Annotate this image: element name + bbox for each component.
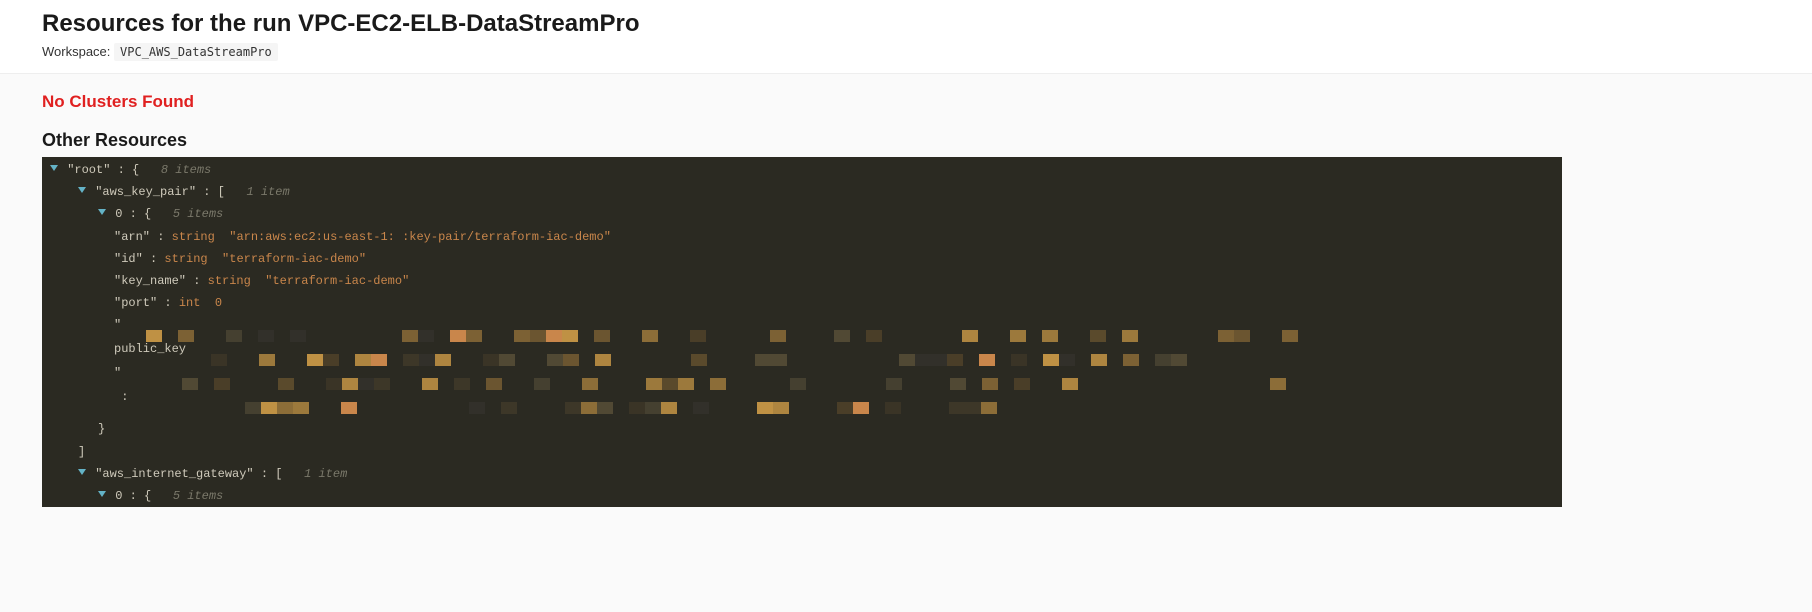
json-row-index: 0 : { 5 items [50, 485, 1554, 507]
json-row-keyname: "key_name" : string "terraform-iac-demo" [50, 270, 1554, 292]
json-row-root: "root" : { 8 items [50, 159, 1554, 181]
redacted-pixelated-icon [130, 330, 1378, 342]
json-value: "arn:aws:ec2:us-east-1: :key-pair/terraf… [229, 230, 611, 244]
json-items-count: 5 items [158, 207, 223, 221]
json-items-count: 1 item [232, 185, 290, 199]
json-row-arn: "arn" : string "arn:aws:ec2:us-east-1: :… [50, 226, 1554, 248]
json-key: "port" [114, 296, 157, 310]
json-row-close: ] [50, 441, 1554, 463]
page-root: Resources for the run VPC-EC2-ELB-DataSt… [0, 0, 1812, 507]
caret-icon[interactable] [98, 491, 106, 497]
json-punc: } [98, 422, 105, 436]
json-value: 0 [215, 296, 222, 310]
caret-icon[interactable] [78, 469, 86, 475]
json-punc: : [143, 252, 165, 266]
json-type: string [208, 274, 251, 288]
json-punc: : [186, 274, 208, 288]
caret-icon[interactable] [50, 165, 58, 171]
json-key: "aws_internet_gateway" [95, 467, 253, 481]
json-punc: { [137, 489, 151, 503]
json-punc: : [150, 230, 172, 244]
json-punc: : { [110, 163, 139, 177]
json-key: "id" [114, 252, 143, 266]
json-row-publickey: " public_key " : [50, 314, 1554, 418]
json-row-close: } [50, 418, 1554, 440]
json-punc: : [ [254, 467, 283, 481]
json-punc: " [114, 366, 157, 380]
workspace-line: Workspace: VPC_AWS_DataStreamPro [42, 44, 1770, 59]
content-area: No Clusters Found Other Resources "root"… [0, 74, 1812, 507]
other-resources-heading: Other Resources [42, 130, 1770, 151]
json-punc: ] [78, 445, 85, 459]
caret-icon[interactable] [78, 187, 86, 193]
json-value: "terraform-iac-demo" [222, 252, 366, 266]
run-name: VPC-EC2-ELB-DataStreamPro [298, 10, 639, 37]
json-items-count: 1 item [290, 467, 348, 481]
json-key: "aws_key_pair" [95, 185, 196, 199]
redacted-pixelated-icon [166, 378, 1286, 390]
json-key: "arn" [114, 230, 150, 244]
json-punc: " [114, 318, 121, 332]
json-row-port: "port" : int 0 [50, 292, 1554, 314]
json-type: int [179, 296, 201, 310]
workspace-name: VPC_AWS_DataStreamPro [114, 43, 278, 61]
json-key: "root" [67, 163, 110, 177]
json-row-igw: "aws_internet_gateway" : [ 1 item [50, 463, 1554, 485]
json-row-keypair: "aws_key_pair" : [ 1 item [50, 181, 1554, 203]
redacted-pixelated-icon [195, 354, 1347, 366]
json-items-count: 5 items [158, 489, 223, 503]
json-row-id: "id" : string "terraform-iac-demo" [50, 248, 1554, 270]
public-key-label: public_key [114, 342, 186, 356]
json-value: "terraform-iac-demo" [265, 274, 409, 288]
json-type: string [164, 252, 207, 266]
json-punc: { [137, 207, 151, 221]
header-section: Resources for the run VPC-EC2-ELB-DataSt… [0, 0, 1812, 74]
no-clusters-message: No Clusters Found [42, 92, 1770, 112]
caret-icon[interactable] [98, 209, 106, 215]
json-punc: : [ [196, 185, 225, 199]
json-key: 0 : [115, 207, 137, 221]
json-viewer-wrap: "root" : { 8 items "aws_key_pair" : [ 1 … [42, 157, 1562, 507]
page-title: Resources for the run VPC-EC2-ELB-DataSt… [42, 10, 1770, 38]
json-punc: : [114, 390, 172, 404]
json-row-index: 0 : { 5 items [50, 203, 1554, 225]
workspace-label: Workspace: [42, 44, 110, 59]
json-key: "key_name" [114, 274, 186, 288]
json-items-count: 8 items [146, 163, 211, 177]
json-viewer[interactable]: "root" : { 8 items "aws_key_pair" : [ 1 … [42, 157, 1562, 507]
json-key: 0 : [115, 489, 137, 503]
title-prefix: Resources for the run [42, 10, 298, 37]
redacted-pixelated-icon [181, 402, 1077, 414]
json-punc: : [157, 296, 179, 310]
json-type: string [172, 230, 215, 244]
